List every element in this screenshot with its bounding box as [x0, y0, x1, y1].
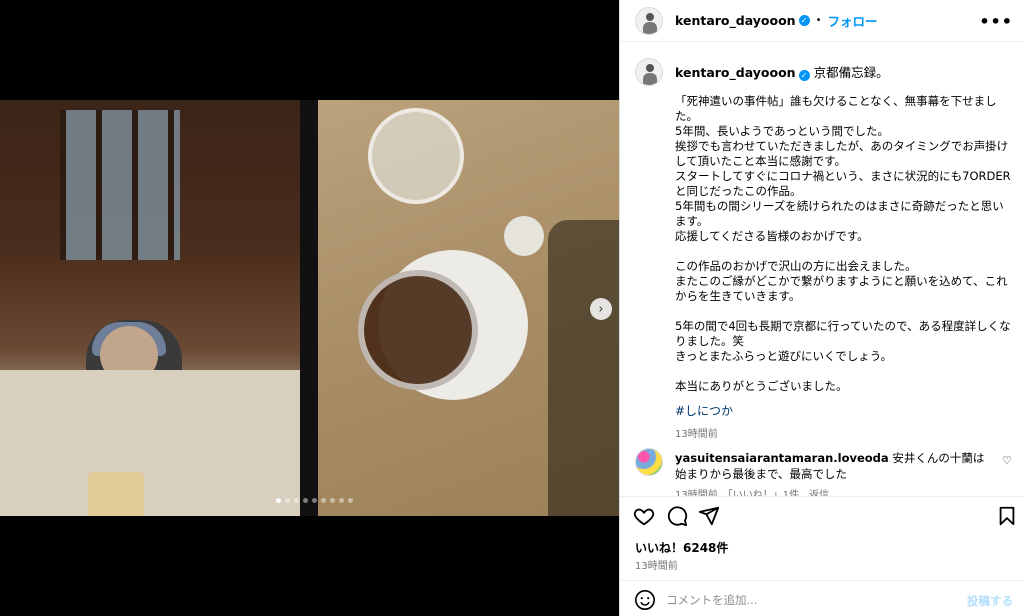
post-photo: [0, 100, 619, 516]
paper-plane-icon[interactable]: [698, 505, 720, 527]
comment-text: yasuitensaiarantamaran.loveoda 安井くんの十蘭は始…: [675, 450, 993, 482]
comment-icon[interactable]: [666, 505, 688, 527]
carousel-dot: [339, 498, 344, 503]
heart-icon[interactable]: [633, 505, 655, 527]
caption-title: 京都備忘録。: [813, 65, 889, 80]
caption-line: [675, 364, 1011, 379]
caption-line: 本当にありがとうございました。: [675, 379, 848, 393]
caption-line: [675, 244, 1011, 259]
carousel-dot: [330, 498, 335, 503]
carousel-dot: [285, 498, 290, 503]
carousel-dot: [294, 498, 299, 503]
action-bar: いいね！6248件 13時間前 投稿する: [620, 496, 1024, 616]
next-slide-button[interactable]: ›: [590, 298, 612, 320]
verified-badge-icon: ✓: [798, 70, 810, 81]
caption-line: 応援してくださる皆様のおかげです。: [675, 229, 869, 243]
separator-dot: •: [815, 15, 822, 26]
caption-line: きっとまたふらっと遊びにいくでしょう。: [675, 349, 893, 363]
carousel-dot: [276, 498, 281, 503]
like-count[interactable]: いいね！6248件: [635, 539, 728, 556]
caption-line: 挨拶でも言わせていただきましたが、あのタイミングでお声掛けして頂いたこと本当に感…: [675, 139, 1009, 168]
photo-right-iced-coffee: [318, 100, 619, 516]
carousel-dot: [303, 498, 308, 503]
caption-avatar[interactable]: [635, 58, 663, 86]
more-options-icon[interactable]: •••: [979, 12, 1013, 31]
carousel-dot: [321, 498, 326, 503]
post-timestamp: 13時間前: [635, 561, 678, 572]
caption-line: 5年の間で4回も長期で京都に行っていたので、ある程度詳しくなりました。笑: [675, 319, 1011, 348]
post-header: kentaro_dayooon ✓ • フォロー •••: [620, 0, 1024, 42]
carousel-dot: [348, 498, 353, 503]
caption-line: 5年間、長いようであっという間でした。: [675, 124, 889, 138]
comment-input[interactable]: [666, 589, 956, 611]
chevron-right-icon: ›: [598, 301, 604, 317]
caption-username[interactable]: kentaro_dayooon: [675, 65, 796, 80]
header-username[interactable]: kentaro_dayooon: [675, 13, 796, 28]
comments-scroll-area[interactable]: kentaro_dayooon ✓ 京都備忘録。 「死神遣いの事件帖」誰も欠けること…: [620, 50, 1024, 496]
caption-line: またこのご縁がどこかで繋がりますようにと願いを込めて、これからを生きていきます。: [675, 274, 1008, 303]
caption-timestamp: 13時間前: [675, 429, 718, 440]
commenter-avatar[interactable]: [635, 448, 663, 476]
carousel-dot: [312, 498, 317, 503]
post-comment-button[interactable]: 投稿する: [967, 593, 1013, 609]
caption-line: 5年間もの間シリーズを続けられたのはまさに奇跡だったと思います。: [675, 199, 1004, 228]
commenter-username[interactable]: yasuitensaiarantamaran.loveoda: [675, 451, 889, 465]
caption-body: 「死神遣いの事件帖」誰も欠けることなく、無事幕を下せました。 5年間、長いようであ…: [675, 94, 1011, 394]
photo-left-restaurant: [0, 100, 300, 516]
comment-meta: 13時間前 「いいね！」1件 返信: [675, 490, 830, 496]
caption-line: [675, 304, 1011, 319]
caption-line: 「死神遣いの事件帖」誰も欠けることなく、無事幕を下せました。: [675, 94, 997, 123]
caption-line: スタートしてすぐにコロナ禍という、まさに状況的にも7ORDERと同じだったこの作…: [675, 169, 1011, 198]
comment-composer: 投稿する: [620, 580, 1024, 616]
post-media: ›: [0, 0, 619, 616]
caption-line: この作品のおかげで沢山の方に出会えました。: [675, 259, 917, 273]
follow-button[interactable]: フォロー: [827, 11, 877, 30]
carousel-dots: [276, 498, 353, 503]
post-side-panel: kentaro_dayooon ✓ • フォロー ••• kentaro_day…: [619, 0, 1024, 616]
avatar[interactable]: [635, 6, 663, 35]
verified-badge-icon: ✓: [798, 15, 810, 26]
emoji-icon[interactable]: [634, 589, 656, 611]
hashtag-link[interactable]: #しにつか: [675, 402, 733, 419]
comment-like-icon[interactable]: ♡: [1002, 454, 1012, 467]
bookmark-icon[interactable]: [996, 505, 1018, 527]
caption-header: kentaro_dayooon ✓ 京都備忘録。: [675, 62, 889, 81]
